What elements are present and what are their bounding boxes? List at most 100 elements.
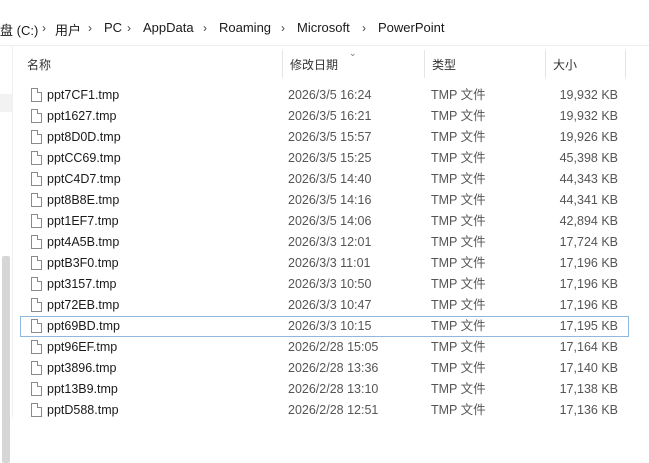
file-type: TMP 文件 [431,151,486,165]
file-icon [31,88,42,102]
nav-item-highlight[interactable] [0,94,12,112]
file-size: 17,140 KB [559,361,618,375]
file-size: 17,136 KB [559,403,618,417]
file-name: ppt7CF1.tmp [47,88,120,102]
breadcrumb-separator-icon[interactable]: › [362,21,366,35]
file-date: 2026/3/5 14:16 [288,193,372,207]
file-size: 17,196 KB [559,256,618,270]
file-row[interactable]: ppt1627.tmp 2026/3/5 16:21 TMP 文件 19,932 KB [20,106,629,127]
breadcrumb-appdata[interactable]: AppData [143,20,194,35]
breadcrumb-roaming[interactable]: Roaming [219,20,271,35]
file-date: 2026/3/3 10:50 [288,277,372,291]
navigation-scrollbar[interactable] [2,256,10,463]
file-date: 2026/2/28 12:51 [288,403,379,417]
breadcrumb-powerpoint[interactable]: PowerPoint [378,20,444,35]
file-row[interactable]: ppt3896.tmp 2026/2/28 13:36 TMP 文件 17,140 K… [20,358,629,379]
file-name: ppt4A5B.tmp [47,235,120,249]
breadcrumb-users[interactable]: 用户 [55,20,81,39]
file-icon [31,340,42,354]
file-size: 17,196 KB [559,277,618,291]
file-row[interactable]: ppt13B9.tmp 2026/2/28 13:10 TMP 文件 17,138 K… [20,379,629,400]
file-date: 2026/3/3 10:47 [288,298,372,312]
column-header-date[interactable]: 修改日期 [283,50,425,78]
file-size: 45,398 KB [559,151,618,165]
file-date: 2026/3/5 15:25 [288,151,372,165]
file-row[interactable]: pptB3F0.tmp 2026/3/3 11:01 TMP 文件 17,196 KB [20,253,629,274]
file-icon [31,403,42,417]
breadcrumb-separator-icon[interactable]: › [42,21,46,35]
file-row[interactable]: ppt8D0D.tmp 2026/3/5 15:57 TMP 文件 19,926 KB [20,127,629,148]
file-name: ppt69BD.tmp [47,319,120,333]
file-size: 19,932 KB [559,109,618,123]
file-icon [31,172,42,186]
file-icon [31,151,42,165]
file-size: 42,894 KB [559,214,618,228]
file-row[interactable]: ppt3157.tmp 2026/3/3 10:50 TMP 文件 17,196 KB [20,274,629,295]
breadcrumb[interactable]: 盘 (C:) › 用户 › PC › AppData › Roaming › M… [0,0,649,46]
column-header-name[interactable]: 名称 [20,50,283,78]
file-icon [31,130,42,144]
file-name: pptCC69.tmp [47,151,121,165]
file-date: 2026/3/3 10:15 [288,319,372,333]
file-icon [31,109,42,123]
file-icon [31,214,42,228]
breadcrumb-microsoft[interactable]: Microsoft [297,20,350,35]
file-icon [31,319,42,333]
file-type: TMP 文件 [431,235,486,249]
breadcrumb-separator-icon[interactable]: › [88,21,92,35]
file-row[interactable]: pptD588.tmp 2026/2/28 12:51 TMP 文件 17,136 K… [20,400,629,421]
file-row[interactable]: ppt72EB.tmp 2026/3/3 10:47 TMP 文件 17,196 KB [20,295,629,316]
file-name: pptD588.tmp [47,403,119,417]
file-row[interactable]: ppt96EF.tmp 2026/2/28 15:05 TMP 文件 17,164 K… [20,337,629,358]
breadcrumb-drive[interactable]: 盘 (C:) [0,20,38,39]
file-type: TMP 文件 [431,88,486,102]
breadcrumb-separator-icon[interactable]: › [203,21,207,35]
file-icon [31,361,42,375]
file-name: ppt13B9.tmp [47,382,118,396]
file-date: 2026/3/3 11:01 [288,256,371,270]
breadcrumb-separator-icon[interactable]: › [127,21,131,35]
file-name: ppt1627.tmp [47,109,117,123]
file-type: TMP 文件 [431,277,486,291]
breadcrumb-separator-icon[interactable]: › [281,21,285,35]
file-type: TMP 文件 [431,319,486,333]
file-name: pptC4D7.tmp [47,172,121,186]
file-size: 17,164 KB [559,340,618,354]
breadcrumb-pc[interactable]: PC [104,20,122,35]
navigation-pane[interactable] [0,46,13,463]
file-size: 44,343 KB [559,172,618,186]
file-type: TMP 文件 [431,340,486,354]
file-date: 2026/3/5 16:24 [288,88,372,102]
file-icon [31,298,42,312]
file-size: 17,196 KB [559,298,618,312]
column-header-type[interactable]: 类型 [425,50,546,78]
file-size: 19,932 KB [559,88,618,102]
file-name: ppt72EB.tmp [47,298,120,312]
file-type: TMP 文件 [431,361,486,375]
file-name: pptB3F0.tmp [47,256,119,270]
file-name: ppt3157.tmp [47,277,117,291]
file-row[interactable]: ppt69BD.tmp 2026/3/3 10:15 TMP 文件 17,195 KB [20,316,629,337]
file-row[interactable]: ppt4A5B.tmp 2026/3/3 12:01 TMP 文件 17,724 KB [20,232,629,253]
file-icon [31,235,42,249]
file-icon [31,382,42,396]
file-type: TMP 文件 [431,172,486,186]
file-date: 2026/3/3 12:01 [288,235,372,249]
file-row[interactable]: ppt7CF1.tmp 2026/3/5 16:24 TMP 文件 19,932 KB [20,85,629,106]
file-name: ppt1EF7.tmp [47,214,119,228]
file-name: ppt96EF.tmp [47,340,118,354]
file-size: 17,724 KB [559,235,618,249]
file-size: 17,195 KB [559,319,618,333]
file-row[interactable]: ppt8B8E.tmp 2026/3/5 14:16 TMP 文件 44,341 KB [20,190,629,211]
file-icon [31,277,42,291]
column-header-row: 名称 修改日期 类型 大小 [20,50,629,78]
file-type: TMP 文件 [431,403,486,417]
file-name: ppt3896.tmp [47,361,117,375]
file-row[interactable]: pptC4D7.tmp 2026/3/5 14:40 TMP 文件 44,343 KB [20,169,629,190]
file-type: TMP 文件 [431,130,486,144]
column-header-size[interactable]: 大小 [546,50,626,78]
file-type: TMP 文件 [431,109,486,123]
file-row[interactable]: ppt1EF7.tmp 2026/3/5 14:06 TMP 文件 42,894 KB [20,211,629,232]
file-row[interactable]: pptCC69.tmp 2026/3/5 15:25 TMP 文件 45,398 KB [20,148,629,169]
file-type: TMP 文件 [431,256,486,270]
